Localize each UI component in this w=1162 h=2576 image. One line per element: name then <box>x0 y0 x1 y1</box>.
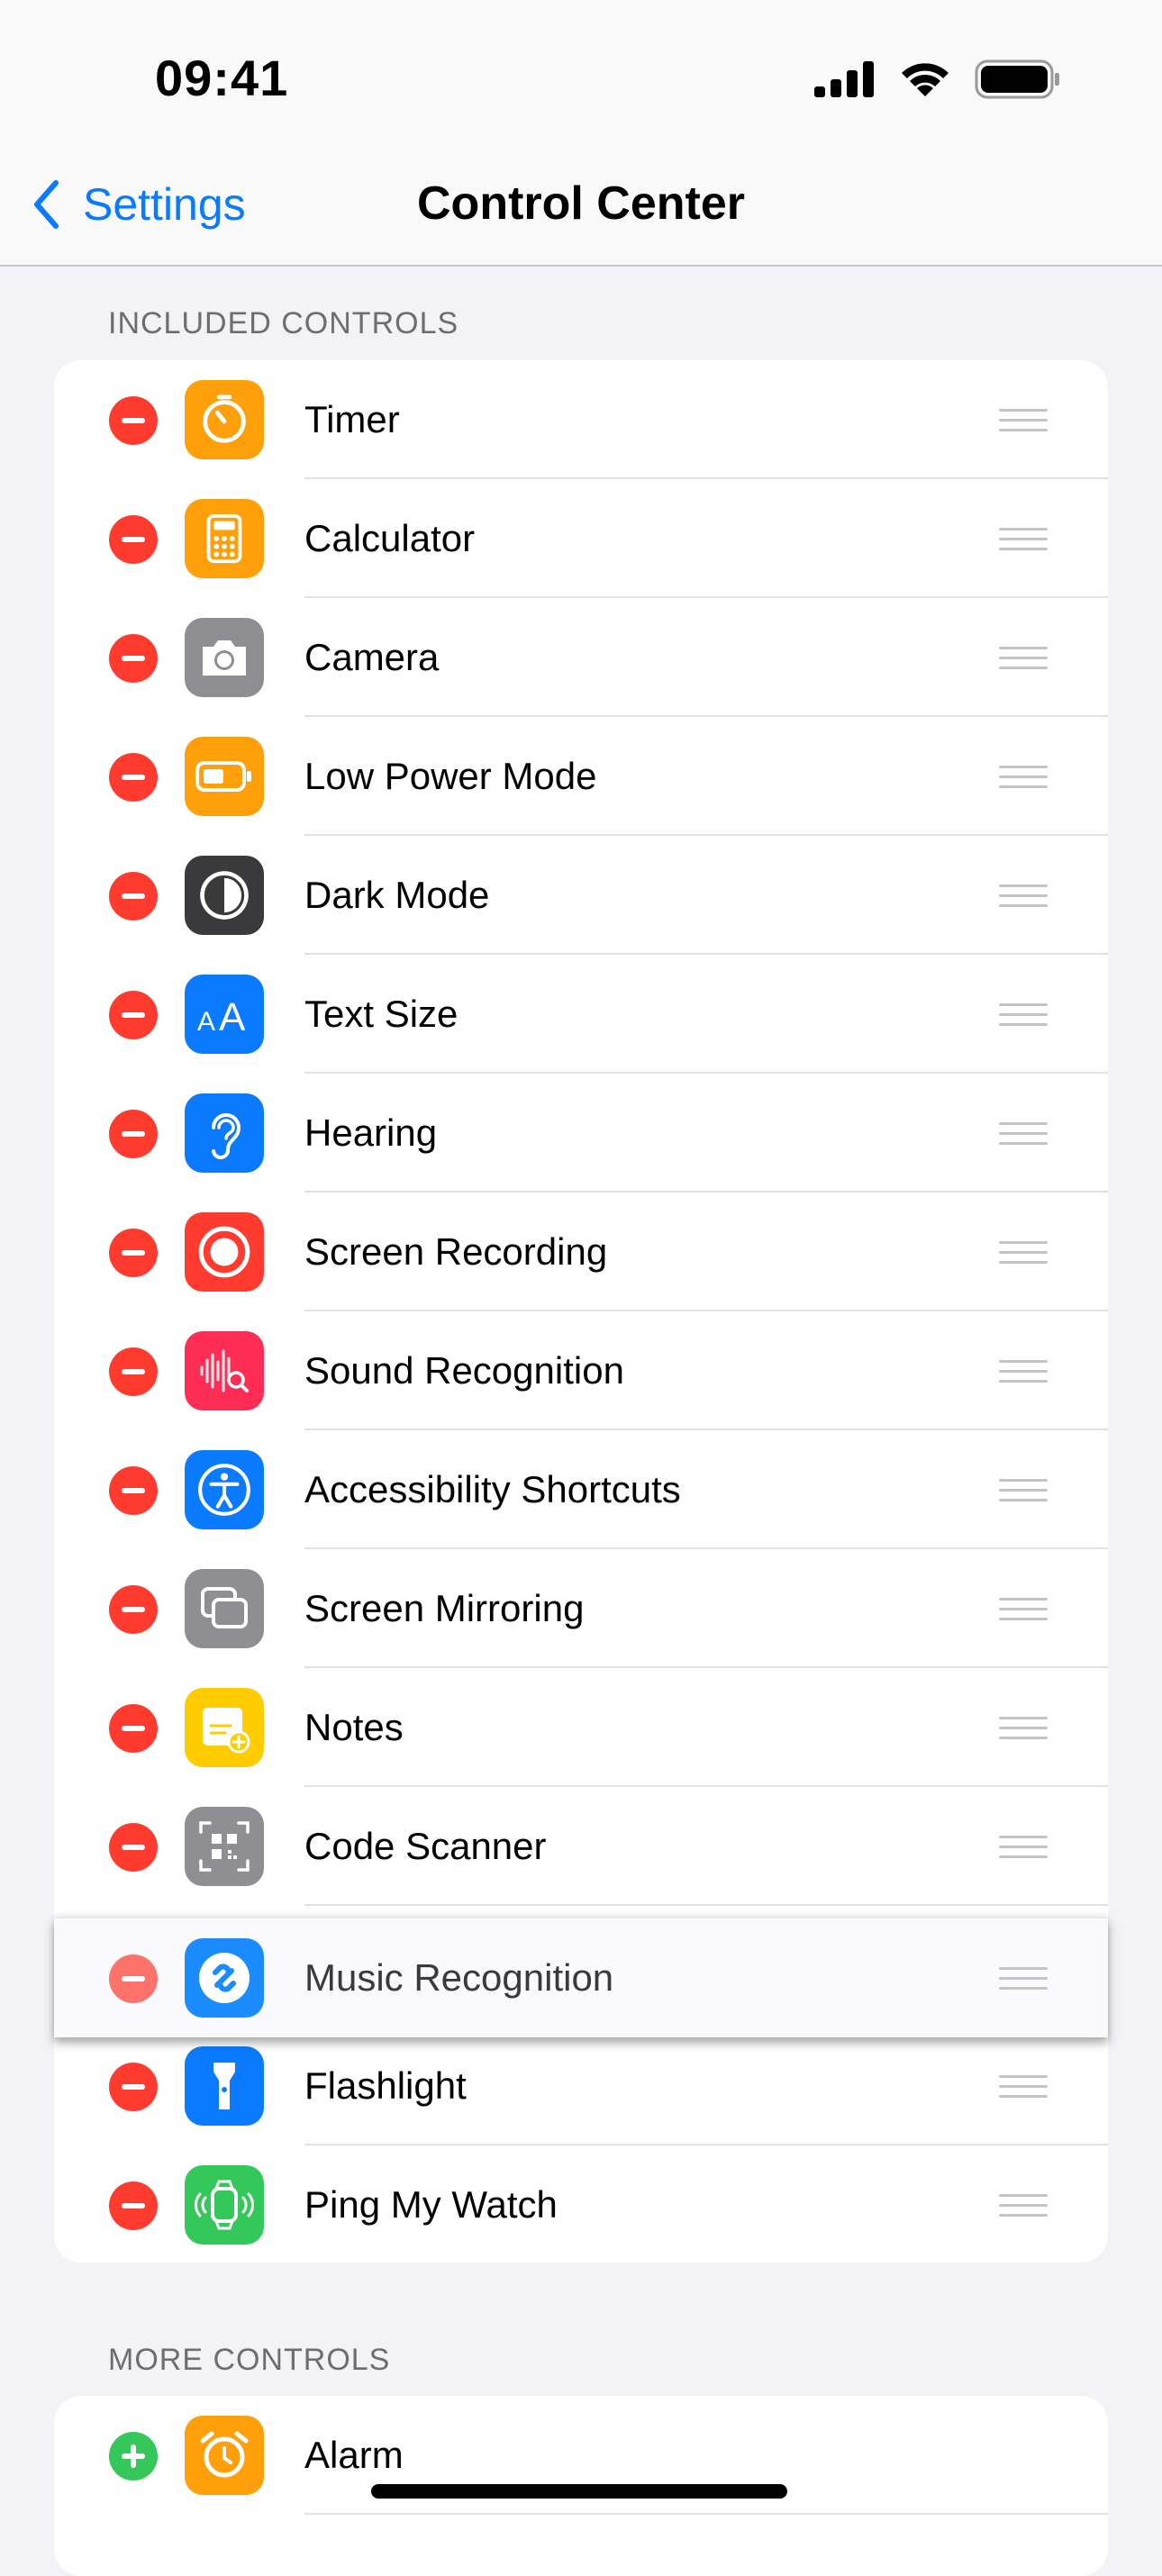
list-item-music-recognition[interactable]: Music Recognition <box>54 1918 1108 2037</box>
reorder-handle[interactable] <box>999 1002 1048 1029</box>
flashlight-icon <box>185 2046 264 2126</box>
list-item-calculator[interactable]: Calculator <box>54 479 1108 598</box>
list-item-hearing[interactable]: Hearing <box>54 1074 1108 1193</box>
reorder-handle[interactable] <box>999 1715 1048 1742</box>
status-icons <box>814 56 1061 103</box>
list-item-camera[interactable]: Camera <box>54 598 1108 717</box>
reorder-handle[interactable] <box>999 1358 1048 1385</box>
reorder-handle[interactable] <box>999 1239 1048 1266</box>
remove-button[interactable] <box>109 1466 158 1515</box>
battery-status-icon <box>975 59 1059 99</box>
item-label: Sound Recognition <box>304 1349 624 1392</box>
alarm-icon <box>185 2416 264 2495</box>
item-label: Timer <box>304 398 400 440</box>
list-item-code-scanner[interactable]: Code Scanner <box>54 1787 1108 1906</box>
wifi-icon <box>902 63 949 96</box>
section-header-included: INCLUDED CONTROLS <box>108 306 459 340</box>
remove-button[interactable] <box>109 1955 158 2003</box>
item-label: Accessibility Shortcuts <box>304 1468 681 1510</box>
qr-code-icon <box>185 1807 264 1886</box>
camera-icon <box>185 618 264 697</box>
reorder-handle[interactable] <box>999 1120 1048 1147</box>
ear-icon <box>185 1093 264 1173</box>
page-title: Control Center <box>417 177 745 230</box>
remove-button[interactable] <box>109 515 158 564</box>
item-label: Dark Mode <box>304 874 490 916</box>
list-item-screen-mirroring[interactable]: Screen Mirroring <box>54 1549 1108 1668</box>
remove-button[interactable] <box>109 396 158 445</box>
navigation-bar: 09:41 Settings Control Center <box>0 0 1162 267</box>
row-separator <box>304 1904 1108 1906</box>
dark-mode-icon <box>185 856 264 935</box>
list-item-accessibility-shortcuts[interactable]: Accessibility Shortcuts <box>54 1430 1108 1549</box>
svg-text:A: A <box>219 995 246 1036</box>
list-item-sound-recognition[interactable]: Sound Recognition <box>54 1311 1108 1430</box>
list-item-text-size[interactable]: A A Text Size <box>54 955 1108 1074</box>
remove-button[interactable] <box>109 753 158 802</box>
waveform-search-icon <box>185 1331 264 1410</box>
remove-button[interactable] <box>109 1110 158 1158</box>
item-label: Camera <box>304 636 440 678</box>
list-item-notes[interactable]: Notes <box>54 1668 1108 1787</box>
status-time: 09:41 <box>155 50 289 106</box>
section-header-more: MORE CONTROLS <box>108 2343 391 2377</box>
notes-icon <box>185 1688 264 1767</box>
list-item-low-power-mode[interactable]: Low Power Mode <box>54 717 1108 836</box>
remove-button[interactable] <box>109 2063 158 2111</box>
remove-button[interactable] <box>109 991 158 1039</box>
watch-icon <box>185 2165 264 2245</box>
reorder-handle[interactable] <box>999 645 1048 672</box>
item-label: Flashlight <box>304 2064 467 2107</box>
shazam-icon <box>185 1938 264 2018</box>
record-icon <box>185 1212 264 1292</box>
reorder-handle[interactable] <box>999 1965 1048 1992</box>
remove-button[interactable] <box>109 1347 158 1396</box>
home-indicator <box>371 2484 787 2499</box>
reorder-handle[interactable] <box>999 2073 1048 2100</box>
item-label: Screen Recording <box>304 1230 608 1273</box>
list-item-dark-mode[interactable]: Dark Mode <box>54 836 1108 955</box>
row-separator <box>304 2513 1108 2515</box>
item-label: Low Power Mode <box>304 755 597 797</box>
list-item-timer[interactable]: Timer <box>54 360 1108 479</box>
remove-button[interactable] <box>109 1704 158 1753</box>
cellular-signal-icon <box>814 61 874 97</box>
battery-icon <box>185 737 264 816</box>
accessibility-icon <box>185 1450 264 1529</box>
item-label: Hearing <box>304 1111 438 1154</box>
item-label: Text Size <box>304 993 458 1035</box>
svg-text:A: A <box>197 1007 215 1036</box>
timer-icon <box>185 380 264 459</box>
reorder-handle[interactable] <box>999 883 1048 910</box>
remove-button[interactable] <box>109 2181 158 2230</box>
reorder-handle[interactable] <box>999 526 1048 553</box>
reorder-handle[interactable] <box>999 1834 1048 1861</box>
add-button[interactable] <box>109 2432 158 2481</box>
dragging-row[interactable]: Music Recognition <box>54 1918 1108 2037</box>
item-label: Code Scanner <box>304 1825 547 1867</box>
text-size-icon: AA <box>185 975 264 1054</box>
reorder-handle[interactable] <box>999 764 1048 791</box>
remove-button[interactable] <box>109 1229 158 1277</box>
remove-button[interactable] <box>109 1823 158 1872</box>
reorder-handle[interactable] <box>999 1477 1048 1504</box>
item-label: Notes <box>304 1706 404 1748</box>
reorder-handle[interactable] <box>999 1596 1048 1623</box>
item-label: Music Recognition <box>304 1956 614 1999</box>
reorder-handle[interactable] <box>999 407 1048 434</box>
item-label: Calculator <box>304 517 476 559</box>
reorder-handle[interactable] <box>999 2192 1048 2219</box>
list-item-screen-recording[interactable]: Screen Recording <box>54 1193 1108 1311</box>
item-label: Screen Mirroring <box>304 1587 585 1629</box>
remove-button[interactable] <box>109 872 158 921</box>
calculator-icon <box>185 499 264 578</box>
remove-button[interactable] <box>109 634 158 683</box>
screen-mirroring-icon <box>185 1569 264 1648</box>
item-label: Ping My Watch <box>304 2183 558 2226</box>
list-item-flashlight[interactable]: Flashlight <box>54 2027 1108 2145</box>
list-item-ping-my-watch[interactable]: Ping My Watch <box>54 2145 1108 2263</box>
remove-button[interactable] <box>109 1585 158 1634</box>
